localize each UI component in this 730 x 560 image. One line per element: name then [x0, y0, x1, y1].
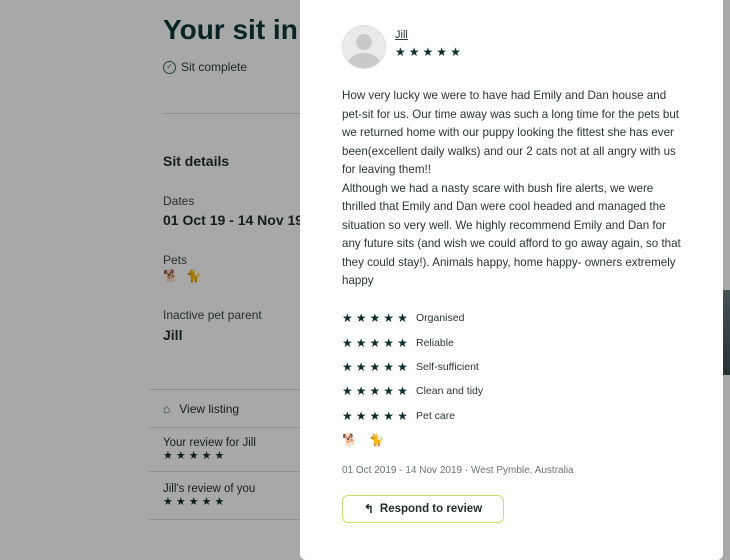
- star-icon: ★: [369, 384, 381, 399]
- star-icon: ★: [342, 408, 353, 423]
- criterion-stars: ★ ★ ★ ★ ★: [342, 385, 416, 397]
- dog-icon: 🐕: [342, 433, 357, 447]
- pets-list: 🐕 🐈: [342, 434, 384, 446]
- criterion-stars: ★ ★ ★ ★ ★: [342, 361, 416, 373]
- criterion-clean-and-tidy: ★ ★ ★ ★ ★ Clean and tidy: [342, 379, 483, 403]
- review-modal: Jill ★ ★ ★ ★ ★ How very lucky we were to…: [300, 0, 723, 560]
- respond-to-review-label: Respond to review: [379, 503, 483, 515]
- criterion-self-sufficient: ★ ★ ★ ★ ★ Self-sufficient: [342, 355, 483, 379]
- cat-icon: 🐈: [368, 433, 384, 447]
- criterion-label: Reliable: [416, 336, 454, 349]
- star-icon: ★: [397, 384, 408, 399]
- star-icon: ★: [355, 311, 367, 326]
- star-icon: ★: [369, 359, 381, 374]
- star-icon: ★: [355, 408, 367, 423]
- criterion-pet-care: ★ ★ ★ ★ ★ Pet care: [342, 404, 483, 428]
- star-icon: ★: [355, 335, 367, 350]
- star-icon: ★: [383, 335, 395, 350]
- criterion-stars: ★ ★ ★ ★ ★: [342, 312, 416, 324]
- rating-criteria: ★ ★ ★ ★ ★ Organised ★ ★ ★ ★ ★ Reliable ★ ★ ★ ★ ★ Sel…: [342, 306, 483, 428]
- star-icon: ★: [383, 408, 395, 423]
- criterion-organised: ★ ★ ★ ★ ★ Organised: [342, 306, 483, 330]
- star-icon: ★: [369, 408, 381, 423]
- star-icon: ★: [383, 384, 395, 399]
- review-paragraph: How very lucky we were to have had Emily…: [342, 89, 680, 176]
- review-paragraph: Although we had a nasty scare with bush …: [342, 181, 681, 288]
- star-icon: ★: [342, 384, 353, 399]
- criterion-stars: ★ ★ ★ ★ ★: [342, 337, 416, 349]
- reply-arrow-icon: ↰: [363, 502, 374, 516]
- star-icon: ★: [369, 335, 381, 350]
- star-icon: ★: [408, 45, 420, 59]
- avatar: [342, 25, 386, 69]
- star-icon: ★: [342, 311, 353, 326]
- star-icon: ★: [436, 45, 448, 59]
- star-icon: ★: [450, 45, 461, 59]
- sit-meta: 01 Oct 2019 - 14 Nov 2019 · West Pymble,…: [342, 465, 574, 476]
- star-icon: ★: [369, 311, 381, 326]
- criterion-label: Self-sufficient: [416, 360, 479, 373]
- star-icon: ★: [342, 359, 353, 374]
- respond-to-review-button[interactable]: ↰ Respond to review: [342, 495, 504, 523]
- criterion-label: Clean and tidy: [416, 385, 484, 398]
- criterion-stars: ★ ★ ★ ★ ★: [342, 410, 416, 422]
- star-icon: ★: [397, 359, 408, 374]
- criterion-label: Pet care: [416, 409, 456, 422]
- reviewer-name-link[interactable]: Jill: [395, 29, 408, 41]
- star-icon: ★: [397, 335, 408, 350]
- star-icon: ★: [383, 359, 395, 374]
- reviewer-rating: ★ ★ ★ ★ ★: [395, 46, 461, 58]
- star-icon: ★: [397, 408, 408, 423]
- star-icon: ★: [383, 311, 395, 326]
- star-icon: ★: [355, 384, 367, 399]
- star-icon: ★: [397, 311, 408, 326]
- criterion-label: Organised: [416, 312, 465, 325]
- star-icon: ★: [422, 45, 434, 59]
- star-icon: ★: [342, 335, 353, 350]
- review-text: How very lucky we were to have had Emily…: [342, 87, 684, 291]
- star-icon: ★: [355, 359, 367, 374]
- criterion-reliable: ★ ★ ★ ★ ★ Reliable: [342, 330, 483, 354]
- star-icon: ★: [395, 45, 406, 59]
